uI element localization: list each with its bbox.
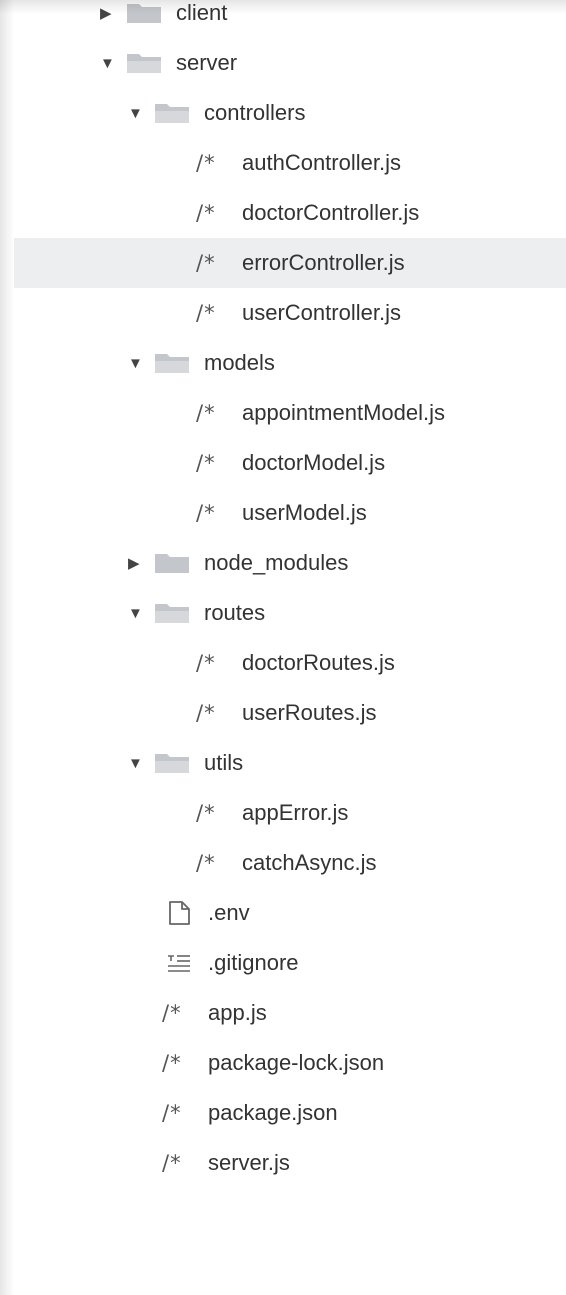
tree-item-label: routes xyxy=(204,600,266,625)
tree-item-label: package.json xyxy=(208,1100,338,1125)
chevron-down-icon[interactable]: ▼ xyxy=(128,756,143,771)
js-file-icon: /* xyxy=(196,201,216,225)
tree-item-label: doctorRoutes.js xyxy=(242,650,395,675)
folder-open-icon xyxy=(155,354,189,373)
folder-open-icon xyxy=(127,54,161,73)
folder-open-icon xyxy=(155,754,189,773)
js-file-icon: /* xyxy=(196,151,216,175)
tree-file-row[interactable]: /* server.js xyxy=(14,1138,566,1188)
chevron-down-icon[interactable]: ▼ xyxy=(128,106,143,121)
tree-item-label: .env xyxy=(208,900,250,925)
tree-item-label: appError.js xyxy=(242,800,349,825)
tree-item-label: .gitignore xyxy=(208,950,299,975)
tree-folder-row[interactable]: ▼ routes xyxy=(14,588,566,638)
tree-item-label: userModel.js xyxy=(242,500,367,525)
tree-file-row[interactable]: /* userRoutes.js xyxy=(14,688,566,738)
tree-file-row[interactable]: /* appError.js xyxy=(14,788,566,838)
tree-item-label: userRoutes.js xyxy=(242,700,377,725)
tree-file-row[interactable]: /* doctorModel.js xyxy=(14,438,566,488)
tree-item-label: userController.js xyxy=(242,300,401,325)
tree-file-row[interactable]: /* package-lock.json xyxy=(14,1038,566,1088)
tree-folder-row[interactable]: ▼ controllers xyxy=(14,88,566,138)
folder-open-icon xyxy=(155,104,189,123)
tree-file-row[interactable]: /* catchAsync.js xyxy=(14,838,566,888)
folder-icon xyxy=(155,554,189,573)
js-file-icon: /* xyxy=(196,401,216,425)
chevron-down-icon[interactable]: ▼ xyxy=(128,356,143,371)
js-file-icon: /* xyxy=(162,1051,182,1075)
chevron-right-icon[interactable]: ▶ xyxy=(128,556,142,571)
tree-item-label: server.js xyxy=(208,1150,290,1175)
panel-shadow-top xyxy=(0,0,566,14)
tree-folder-row[interactable]: ▼ server xyxy=(14,38,566,88)
tree-item-label: utils xyxy=(204,750,244,775)
tree-file-row[interactable]: /* package.json xyxy=(14,1088,566,1138)
tree-item-label: server xyxy=(176,50,238,75)
tree-item-label: node_modules xyxy=(204,550,349,575)
folder-open-icon xyxy=(155,604,189,623)
panel-shadow-left xyxy=(0,0,14,1295)
file-icon xyxy=(169,901,190,925)
tree-file-row[interactable]: /* authController.js xyxy=(14,138,566,188)
tree-item-label: catchAsync.js xyxy=(242,850,377,875)
tree-item-label: doctorModel.js xyxy=(242,450,386,475)
js-file-icon: /* xyxy=(196,301,216,325)
js-file-icon: /* xyxy=(196,701,216,725)
js-file-icon: /* xyxy=(196,451,216,475)
tree-file-row[interactable]: /* errorController.js xyxy=(14,238,566,288)
chevron-down-icon[interactable]: ▼ xyxy=(128,606,143,621)
tree-file-row[interactable]: /* userController.js xyxy=(14,288,566,338)
tree-item-label: controllers xyxy=(204,100,306,125)
tree-file-row[interactable]: /* doctorController.js xyxy=(14,188,566,238)
js-file-icon: /* xyxy=(162,1001,182,1025)
tree-folder-row[interactable]: ▼ models xyxy=(14,338,566,388)
tree-item-label: models xyxy=(204,350,275,375)
tree-file-row[interactable]: .gitignore xyxy=(14,938,566,988)
tree-item-label: appointmentModel.js xyxy=(242,400,446,425)
tree-item-label: package-lock.json xyxy=(208,1050,385,1075)
tree-file-row[interactable]: /* userModel.js xyxy=(14,488,566,538)
js-file-icon: /* xyxy=(162,1151,182,1175)
tree-file-row[interactable]: /* app.js xyxy=(14,988,566,1038)
tree-item-label: authController.js xyxy=(242,150,401,175)
js-file-icon: /* xyxy=(196,651,216,675)
js-file-icon: /* xyxy=(196,501,216,525)
js-file-icon: /* xyxy=(196,851,216,875)
tree-folder-row[interactable]: ▶ node_modules xyxy=(14,538,566,588)
chevron-down-icon[interactable]: ▼ xyxy=(100,56,115,71)
tree-file-row[interactable]: /* doctorRoutes.js xyxy=(14,638,566,688)
tree-item-label: app.js xyxy=(208,1000,267,1025)
tree-file-row[interactable]: /* appointmentModel.js xyxy=(14,388,566,438)
tree-item-label: errorController.js xyxy=(242,250,405,275)
js-file-icon: /* xyxy=(196,801,216,825)
js-file-icon: /* xyxy=(196,251,216,275)
js-file-icon: /* xyxy=(162,1101,182,1125)
tree-item-label: doctorController.js xyxy=(242,200,420,225)
text-file-icon xyxy=(168,955,190,972)
tree-folder-row[interactable]: ▼ utils xyxy=(14,738,566,788)
file-explorer-panel: ▶client▼server▼controllers/*authControll… xyxy=(0,0,566,1295)
tree-file-row[interactable]: .env xyxy=(14,888,566,938)
